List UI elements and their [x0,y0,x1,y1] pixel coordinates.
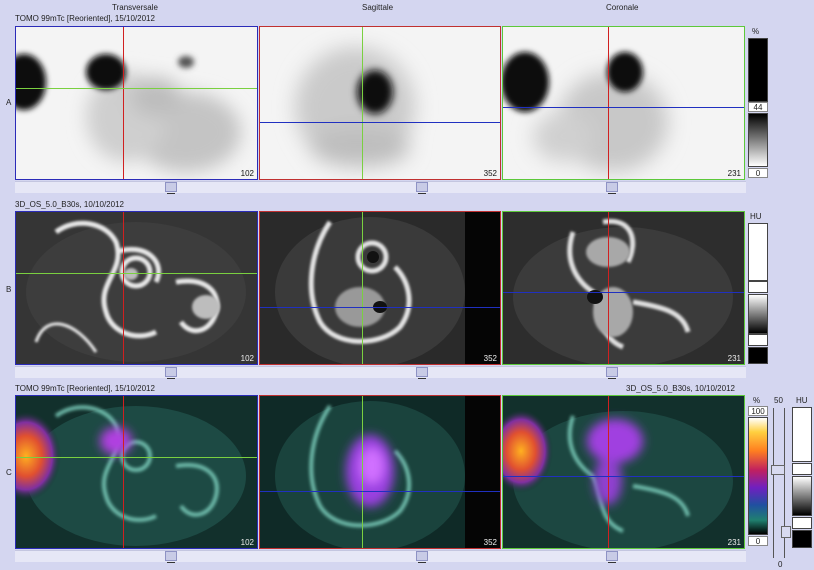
row-a-scale-min[interactable]: 0 [748,168,768,178]
crosshair-vertical[interactable] [123,212,124,364]
crosshair-vertical[interactable] [362,27,363,179]
title-transversale: Transversale [112,3,158,12]
row-b-transversale-slider[interactable] [165,367,177,379]
crosshair-horizontal[interactable] [260,122,500,123]
row-c-hu-bar-bottom[interactable] [792,530,812,548]
slice-number: 352 [483,538,497,547]
row-b-series-label: 3D_OS_5.0_B30s, 10/10/2012 [15,200,124,209]
row-c-blend-lower-handle[interactable] [781,526,791,538]
crosshair-vertical[interactable] [608,396,609,548]
row-a-sagittale-view[interactable]: 352 [259,26,501,180]
row-b-sagittale-view[interactable]: 352 [259,211,501,365]
row-c-sagittale-slider[interactable] [416,551,428,563]
row-a-coronale-view[interactable]: 231 [502,26,745,180]
row-a-sagittale-slider[interactable] [416,182,428,194]
row-b-scale-bar-gradient[interactable] [748,294,768,334]
row-b-scale-bar-top[interactable] [748,223,768,281]
row-c-scale-max[interactable]: 100 [748,406,768,416]
row-b-coronale-view[interactable]: 231 [502,211,745,365]
crosshair-horizontal[interactable] [503,292,744,293]
row-c-series-right-label: 3D_OS_5.0_B30s, 10/10/2012 [626,384,735,393]
row-c-scale-unit-hu: HU [796,396,808,405]
row-c-coronale-slider[interactable] [606,551,618,563]
slice-number: 352 [483,354,497,363]
row-c-blend-slider-handle[interactable] [771,465,785,475]
crosshair-vertical[interactable] [362,396,363,548]
row-b-scale-window-top[interactable] [748,281,768,293]
row-c-hu-bar-gradient[interactable] [792,476,812,516]
crosshair-horizontal[interactable] [16,88,257,89]
row-a-series-label: TOMO 99mTc [Reoriented], 15/10/2012 [15,14,155,23]
row-c-blend-track-left [773,408,774,558]
row-c-scale-unit-pct: % [753,396,761,405]
crosshair-vertical[interactable] [123,396,124,548]
row-c-slider-strip [15,550,746,562]
crosshair-vertical[interactable] [123,27,124,179]
crosshair-horizontal[interactable] [16,457,257,458]
row-c-hu-bar-top[interactable] [792,407,812,462]
row-c-scale-min[interactable]: 0 [748,536,768,546]
row-a-scale-bar-top[interactable] [748,38,768,102]
crosshair-horizontal[interactable] [503,107,744,108]
slice-number: 102 [240,169,254,178]
slice-number: 102 [240,354,254,363]
row-c-hu-window-bottom[interactable] [792,517,812,529]
row-c-scale-bar-color[interactable] [748,417,768,535]
slice-number: 102 [240,538,254,547]
slice-number: 231 [727,538,741,547]
row-c-blend-label: 50 [774,396,783,405]
row-a-transversale-view[interactable]: 102 [15,26,258,180]
row-c-transversale-slider[interactable] [165,551,177,563]
row-c-series-left-label: TOMO 99mTc [Reoriented], 15/10/2012 [15,384,155,393]
row-a-slider-strip [15,181,746,193]
row-c-sagittale-view[interactable]: 352 [259,395,501,549]
row-c-blend-min: 0 [778,560,783,569]
row-a-coronale-slider[interactable] [606,182,618,194]
row-b-scale-bar-bottom[interactable] [748,347,768,364]
row-b-scale-unit: HU [750,212,762,221]
row-a-scale-bar-gradient[interactable] [748,113,768,167]
crosshair-vertical[interactable] [608,212,609,364]
title-sagittale: Sagittale [362,3,394,12]
row-c-coronale-view[interactable]: 231 [502,395,745,549]
row-c-hu-window-top[interactable] [792,463,812,475]
row-b-coronale-slider[interactable] [606,367,618,379]
crosshair-vertical[interactable] [608,27,609,179]
row-c-transversale-view[interactable]: 102 [15,395,258,549]
crosshair-horizontal[interactable] [260,491,500,492]
row-b-sagittale-slider[interactable] [416,367,428,379]
crosshair-horizontal[interactable] [503,476,744,477]
row-a-scale-unit: % [752,27,760,36]
slice-number: 231 [727,169,741,178]
row-b-letter: B [6,285,12,294]
row-b-transversale-view[interactable]: 102 [15,211,258,365]
row-b-scale-window-bottom[interactable] [748,334,768,346]
slice-number: 231 [727,354,741,363]
row-a-letter: A [6,98,12,107]
row-a-transversale-slider[interactable] [165,182,177,194]
crosshair-vertical[interactable] [362,212,363,364]
slice-number: 352 [483,169,497,178]
row-b-slider-strip [15,366,746,378]
crosshair-horizontal[interactable] [16,273,257,274]
row-a-scale-value[interactable]: 44 [748,102,768,112]
row-c-letter: C [6,468,12,477]
title-coronale: Coronale [606,3,639,12]
crosshair-horizontal[interactable] [260,307,500,308]
